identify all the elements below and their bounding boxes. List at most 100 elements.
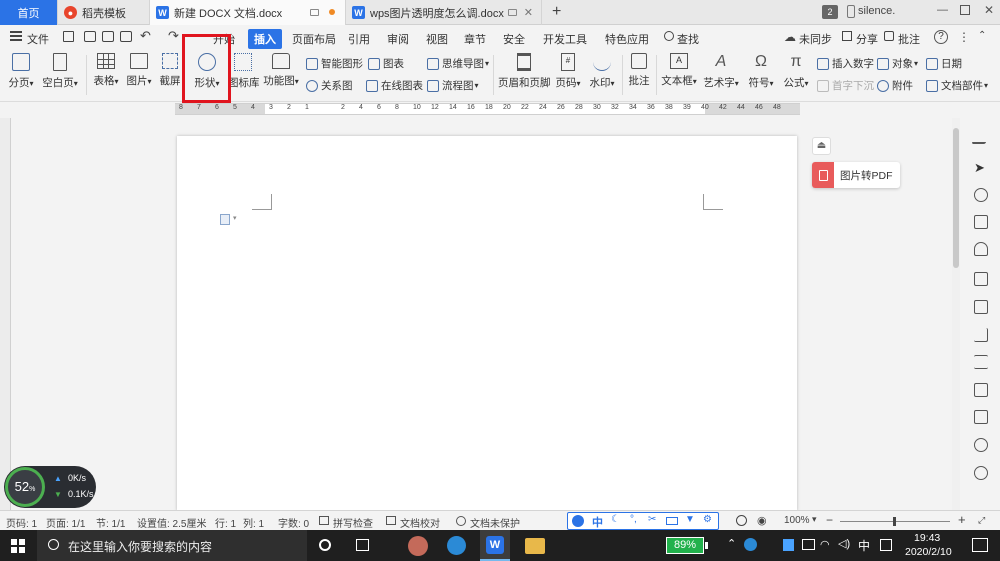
menu-section[interactable]: 章节 <box>464 31 486 47</box>
vertical-scrollbar[interactable] <box>952 118 960 510</box>
tab-wps-transparency[interactable]: W wps图片透明度怎么调.docx ✕ <box>346 0 542 25</box>
screenshot-button[interactable]: 截屏 <box>158 53 182 88</box>
cortana-icon[interactable] <box>319 539 331 551</box>
drag-handle-icon[interactable] <box>974 272 988 286</box>
status-page-code[interactable]: 页码: 1 <box>6 515 37 530</box>
eye-icon[interactable]: ◉ <box>757 514 767 527</box>
user-name[interactable]: silence. <box>858 5 895 17</box>
web-layout-icon[interactable] <box>736 515 747 526</box>
export-doc-icon[interactable] <box>974 383 988 397</box>
protect-status[interactable]: 文档未保护 <box>470 515 520 530</box>
share-icon[interactable] <box>842 31 852 41</box>
moon-icon[interactable]: ☾ <box>611 514 620 525</box>
sync-status[interactable]: 未同步 <box>799 31 832 47</box>
file-explorer-icon[interactable] <box>525 538 545 554</box>
annotate-icon[interactable] <box>884 31 894 41</box>
horizontal-ruler[interactable]: 8 7 6 5 4 3 2 1 2 4 6 8 10 12 14 16 18 20 22 24 26 28 30 32 34 36… <box>175 103 800 115</box>
zoom-slider-thumb[interactable] <box>893 517 896 526</box>
scissors-icon[interactable]: ✂ <box>648 514 656 525</box>
more-icon[interactable]: ⋮ <box>958 30 970 44</box>
online-chart-button[interactable]: 在线图表 <box>366 78 423 93</box>
undo-icon[interactable]: ↶ <box>140 28 151 44</box>
flowchart-button[interactable]: 流程图 ▾ <box>427 78 479 93</box>
menu-security[interactable]: 安全 <box>503 31 525 47</box>
table-button[interactable]: 表格▾ <box>91 53 121 88</box>
battery-indicator[interactable]: 89% <box>666 537 704 554</box>
header-footer-button[interactable]: 页眉和页脚 <box>498 53 551 90</box>
skin-icon[interactable]: ▼ <box>685 514 695 525</box>
tray-expand-icon[interactable]: ⌃ <box>727 537 736 550</box>
watermark-button[interactable]: 水印▾ <box>587 53 617 90</box>
insert-number-button[interactable]: 插入数字 <box>817 56 874 71</box>
share-out-icon[interactable] <box>974 410 988 424</box>
punctuation-icon[interactable]: °, <box>630 514 637 525</box>
menu-dev-tools[interactable]: 开发工具 <box>543 31 587 47</box>
cloud-sync-icon[interactable]: ☁ <box>784 30 796 44</box>
monitor-icon[interactable] <box>508 9 517 16</box>
grid-icon[interactable] <box>974 300 988 314</box>
icon-library-button[interactable]: 图标库 <box>228 53 260 90</box>
symbol-button[interactable]: Ω 符号▾ <box>746 53 776 90</box>
print-preview-icon[interactable] <box>120 31 132 42</box>
share-button[interactable]: 分享 <box>856 31 878 47</box>
spell-check-button[interactable]: 拼写检查 <box>333 515 373 530</box>
app-avatar-icon[interactable] <box>408 536 428 556</box>
menu-page-layout[interactable]: 页面布局 <box>292 31 336 47</box>
keyboard-icon[interactable] <box>666 517 678 525</box>
menu-reference[interactable]: 引用 <box>348 31 370 47</box>
drop-cap-button[interactable]: 首字下沉 <box>817 78 874 93</box>
wps-taskbar-button[interactable]: W <box>480 530 510 561</box>
close-window-icon[interactable]: ✕ <box>984 3 994 17</box>
new-tab-button[interactable]: + <box>552 3 561 21</box>
device-icon[interactable] <box>847 5 855 18</box>
minimize-icon[interactable]: — <box>937 4 948 16</box>
tray-app-icon[interactable] <box>744 538 757 551</box>
zoom-slider[interactable] <box>840 517 950 526</box>
picture-to-pdf-button[interactable]: 图片转PDF <box>812 162 900 188</box>
network-speed-widget[interactable]: 52% ▲ 0K/s ▼ 0.1K/s <box>4 466 96 508</box>
pen-icon[interactable] <box>971 130 991 144</box>
paste-options-icon[interactable] <box>220 214 230 225</box>
history-icon[interactable] <box>974 438 988 452</box>
taskbar-search-box[interactable]: 在这里输入你要搜索的内容 <box>37 530 307 561</box>
status-row[interactable]: 行: 1 <box>215 515 236 530</box>
taskbar-time[interactable]: 19:43 <box>914 532 940 544</box>
taskbar-date[interactable]: 2020/2/10 <box>905 546 952 558</box>
paste-options-chevron-icon[interactable]: ▾ <box>233 214 237 222</box>
close-tab-icon[interactable]: ✕ <box>524 6 533 19</box>
status-pages[interactable]: 页面: 1/1 <box>46 515 85 530</box>
object-button[interactable]: 对象 ▾ <box>877 56 918 71</box>
tray-battery-icon[interactable] <box>802 539 815 550</box>
window-count-badge[interactable]: 2 <box>822 5 838 19</box>
status-setting[interactable]: 设置值: 2.5厘米 <box>137 515 206 530</box>
date-button[interactable]: 日期 <box>926 56 962 71</box>
zoom-out-button[interactable]: − <box>826 513 833 527</box>
tab-template[interactable]: ● 稻壳模板 <box>58 0 150 25</box>
cursor-icon[interactable]: ➤ <box>974 160 988 175</box>
function-chart-button[interactable]: 功能图▾ <box>263 53 299 88</box>
ime-mode[interactable]: 中 <box>592 514 603 530</box>
zoom-in-button[interactable]: + <box>958 512 966 527</box>
edge-browser-icon[interactable] <box>447 536 466 555</box>
status-col[interactable]: 列: 1 <box>243 515 264 530</box>
wordart-button[interactable]: A 艺术字▾ <box>702 53 740 90</box>
ime-logo-icon[interactable] <box>572 515 584 527</box>
document-page[interactable]: ▾ <box>177 136 797 511</box>
menu-special[interactable]: 特色应用 <box>605 31 649 47</box>
collapse-ribbon-icon[interactable]: ⌃ <box>978 30 986 41</box>
gear-icon[interactable]: ⚙ <box>703 514 712 525</box>
mind-map-button[interactable]: 思维导图 ▾ <box>427 56 489 71</box>
ime-keyboard-icon[interactable] <box>880 539 892 551</box>
help-circle-icon[interactable] <box>974 466 988 480</box>
windows-start-icon[interactable] <box>11 539 25 553</box>
copy-icon[interactable] <box>974 215 988 229</box>
menu-file[interactable]: 文件 <box>27 31 49 47</box>
print-icon[interactable] <box>102 31 114 42</box>
tray-cube-icon[interactable] <box>783 539 794 551</box>
annotate-button[interactable]: 批注 <box>898 31 920 47</box>
smart-graphic-button[interactable]: 智能图形 <box>306 56 363 71</box>
page-break-button[interactable]: 分页▾ <box>6 53 36 90</box>
status-section[interactable]: 节: 1/1 <box>96 515 125 530</box>
attachment-button[interactable]: 附件 <box>877 78 913 93</box>
picture-button[interactable]: 图片▾ <box>125 53 153 88</box>
